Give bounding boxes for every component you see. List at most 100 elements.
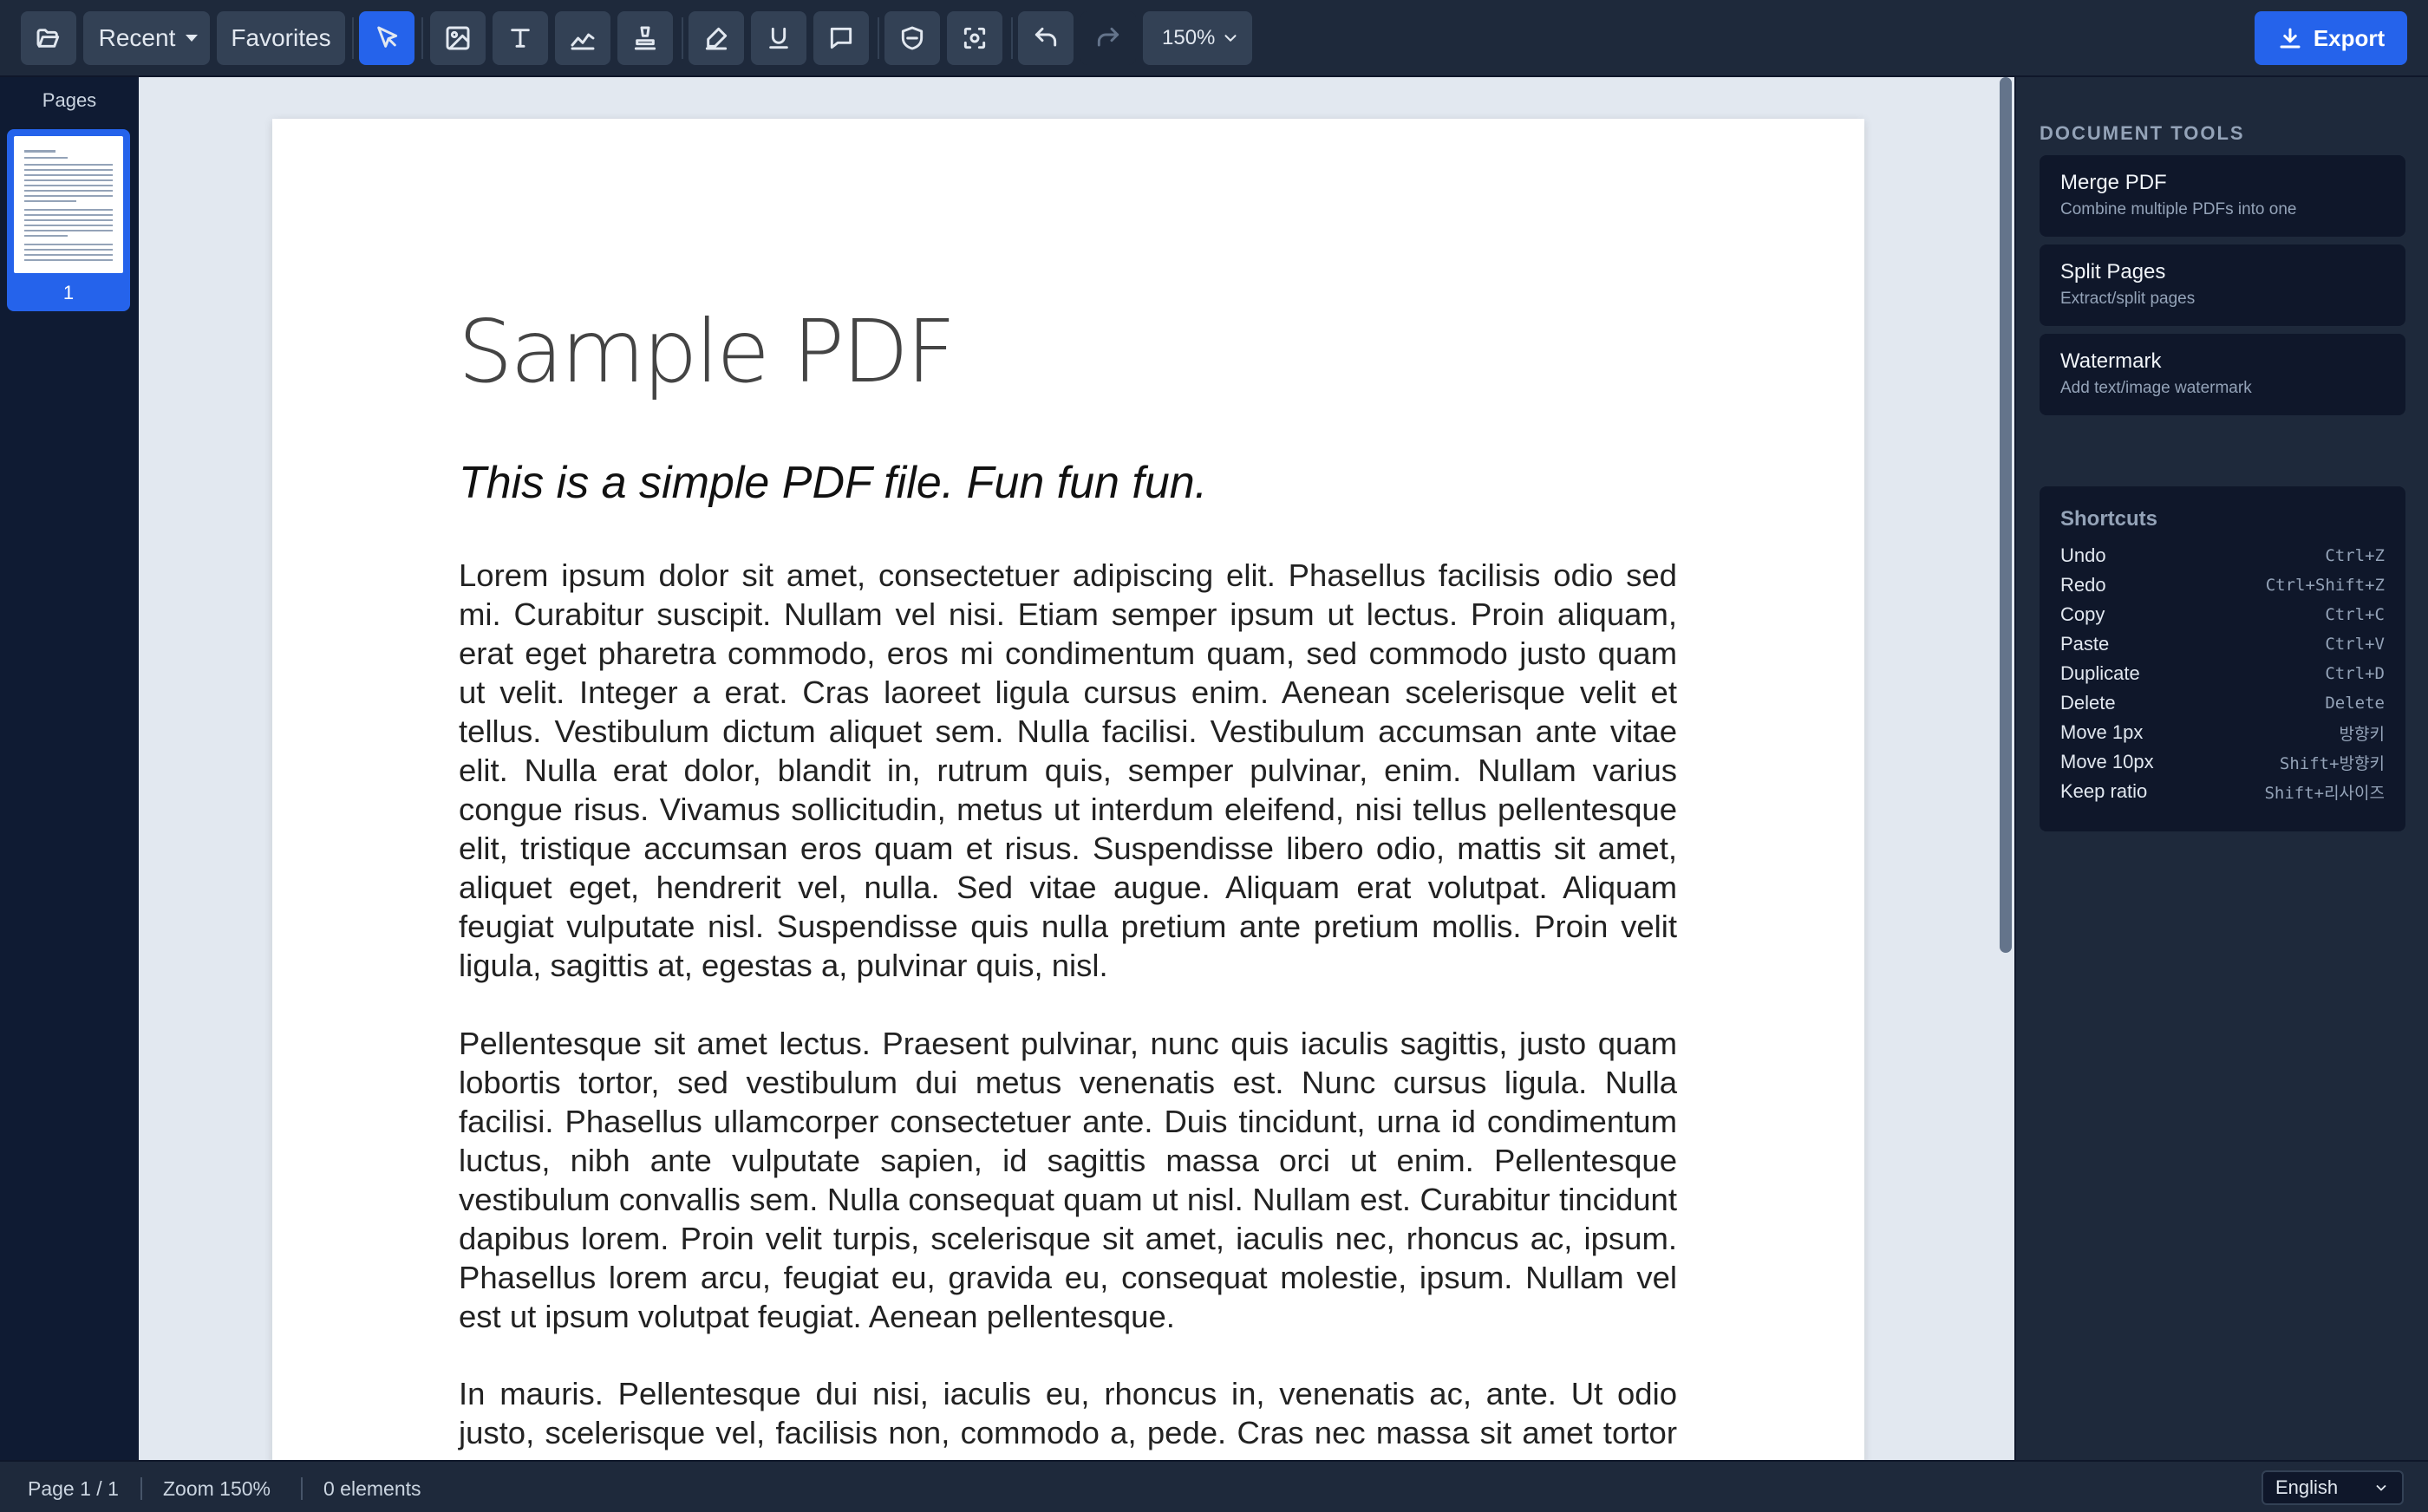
language-value: English: [2275, 1476, 2339, 1498]
recent-dropdown[interactable]: Recent: [83, 11, 210, 65]
toolbar-divider: [682, 17, 683, 59]
split-pages-card[interactable]: Split Pages Extract/split pages: [2040, 244, 2405, 326]
image-tool-button[interactable]: [430, 11, 486, 65]
undo-icon: [1035, 27, 1057, 47]
document-canvas[interactable]: Sample PDF This is a simple PDF file. Fu…: [139, 77, 1997, 1460]
redo-icon: [1097, 27, 1119, 47]
tool-desc: Combine multiple PDFs into one: [2060, 200, 2297, 218]
shortcut-key: Shift+방향키: [2279, 753, 2385, 773]
zoom-value: 150%: [1162, 26, 1216, 49]
shortcut-label: Delete: [2060, 692, 2116, 714]
language-select[interactable]: English: [2262, 1470, 2404, 1505]
recent-label: Recent: [98, 24, 176, 51]
tool-name: Merge PDF: [2060, 171, 2167, 194]
pdf-page[interactable]: Sample PDF This is a simple PDF file. Fu…: [272, 119, 1864, 1460]
toolbar-divider: [1011, 17, 1013, 59]
shortcut-label: Copy: [2060, 603, 2105, 625]
undo-button[interactable]: [1018, 11, 1074, 65]
thumbnail-preview: [14, 136, 123, 273]
shortcut-row: Keep ratio Shift+리사이즈: [2060, 779, 2385, 805]
zoom-indicator: Zoom 150%: [163, 1477, 271, 1500]
document-subtitle[interactable]: This is a simple PDF file. Fun fun fun.: [459, 457, 1207, 509]
zoom-select[interactable]: 150%: [1143, 11, 1252, 65]
status-divider: [140, 1477, 142, 1500]
download-icon: [2280, 28, 2301, 49]
page-number: 1: [62, 282, 75, 303]
comment-tool-button[interactable]: [813, 11, 869, 65]
document-title[interactable]: Sample PDF: [458, 301, 956, 402]
paragraph[interactable]: Lorem ipsum dolor sit amet, consectetuer…: [459, 556, 1677, 985]
text-tool-button[interactable]: [493, 11, 548, 65]
favorites-button[interactable]: Favorites: [217, 11, 345, 65]
shortcut-key: Ctrl+D: [2325, 664, 2385, 683]
export-button[interactable]: Export: [2255, 11, 2407, 65]
shortcut-key: Delete: [2325, 694, 2385, 713]
status-bar: Page 1 / 1 Zoom 150% 0 elements English: [0, 1460, 2428, 1512]
shortcut-label: Duplicate: [2060, 662, 2140, 684]
shortcut-key: Ctrl+V: [2325, 635, 2385, 654]
merge-pdf-card[interactable]: Merge PDF Combine multiple PDFs into one: [2040, 155, 2405, 237]
favorites-label: Favorites: [231, 24, 331, 51]
pages-title: Pages: [42, 89, 97, 111]
open-file-button[interactable]: [21, 11, 76, 65]
highlight-tool-button[interactable]: [689, 11, 744, 65]
draw-icon: [571, 33, 595, 50]
shortcut-row: Duplicate Ctrl+D: [2060, 661, 2385, 687]
shortcuts-title: Shortcuts: [2060, 507, 2158, 531]
page-indicator: Page 1 / 1: [28, 1477, 119, 1500]
text-icon: [511, 29, 530, 48]
caret-down-icon: [186, 35, 199, 42]
tool-name: Split Pages: [2060, 260, 2166, 284]
shortcut-row: Undo Ctrl+Z: [2060, 543, 2385, 569]
shortcut-label: Move 10px: [2060, 751, 2154, 772]
image-icon: [446, 26, 470, 50]
chevron-down-icon: [1224, 35, 1237, 42]
shortcut-label: Redo: [2060, 574, 2106, 596]
redact-tool-button[interactable]: [884, 11, 940, 65]
shortcut-key: 방향키: [2339, 724, 2385, 744]
redo-button[interactable]: [1080, 11, 1136, 65]
paragraph[interactable]: In mauris. Pellentesque dui nisi, iaculi…: [459, 1374, 1677, 1460]
pointer-icon: [377, 26, 398, 48]
export-label: Export: [2313, 24, 2386, 51]
tool-desc: Extract/split pages: [2060, 290, 2196, 308]
shortcut-label: Undo: [2060, 544, 2106, 566]
shortcut-row: Copy Ctrl+C: [2060, 602, 2385, 628]
tool-name: Watermark: [2060, 349, 2162, 373]
shortcut-key: Ctrl+Shift+Z: [2265, 576, 2385, 595]
stamp-icon: [634, 26, 656, 50]
comment-icon: [830, 27, 852, 49]
shortcut-row: Redo Ctrl+Shift+Z: [2060, 572, 2385, 598]
shortcut-key: Ctrl+C: [2325, 605, 2385, 624]
chevron-down-icon: [2376, 1484, 2386, 1491]
scrollbar-thumb[interactable]: [2000, 77, 2012, 953]
page-thumbnail[interactable]: 1: [7, 129, 130, 311]
shortcut-row: Delete Delete: [2060, 690, 2385, 716]
toolbar-divider: [421, 17, 423, 59]
canvas-scrollbar[interactable]: [1997, 77, 2014, 1460]
document-tools-panel: DOCUMENT TOOLS Merge PDF Combine multipl…: [2014, 77, 2428, 1460]
section-title: DOCUMENT TOOLS: [2040, 122, 2245, 144]
shortcut-label: Keep ratio: [2060, 780, 2148, 802]
shortcut-label: Paste: [2060, 633, 2110, 655]
underline-icon: [769, 27, 788, 49]
toolbar: Recent Favorites 150% Export: [0, 0, 2428, 77]
status-divider: [301, 1477, 303, 1500]
select-tool-button[interactable]: [359, 11, 414, 65]
paragraph[interactable]: Pellentesque sit amet lectus. Praesent p…: [459, 1024, 1677, 1336]
draw-tool-button[interactable]: [555, 11, 610, 65]
underline-tool-button[interactable]: [751, 11, 806, 65]
shortcut-key: Shift+리사이즈: [2264, 783, 2385, 803]
toolbar-divider: [878, 17, 879, 59]
shortcut-row: Move 10px Shift+방향키: [2060, 749, 2385, 775]
highlighter-icon: [705, 27, 728, 50]
element-count: 0 elements: [323, 1477, 421, 1500]
ocr-scan-button[interactable]: [947, 11, 1002, 65]
redact-shield-icon: [901, 26, 924, 50]
shortcut-label: Move 1px: [2060, 721, 2144, 743]
stamp-tool-button[interactable]: [617, 11, 673, 65]
pages-panel: Pages 1: [0, 77, 139, 1460]
shortcut-row: Move 1px 방향키: [2060, 720, 2385, 746]
watermark-card[interactable]: Watermark Add text/image watermark: [2040, 334, 2405, 415]
folder-open-icon: [36, 29, 60, 48]
